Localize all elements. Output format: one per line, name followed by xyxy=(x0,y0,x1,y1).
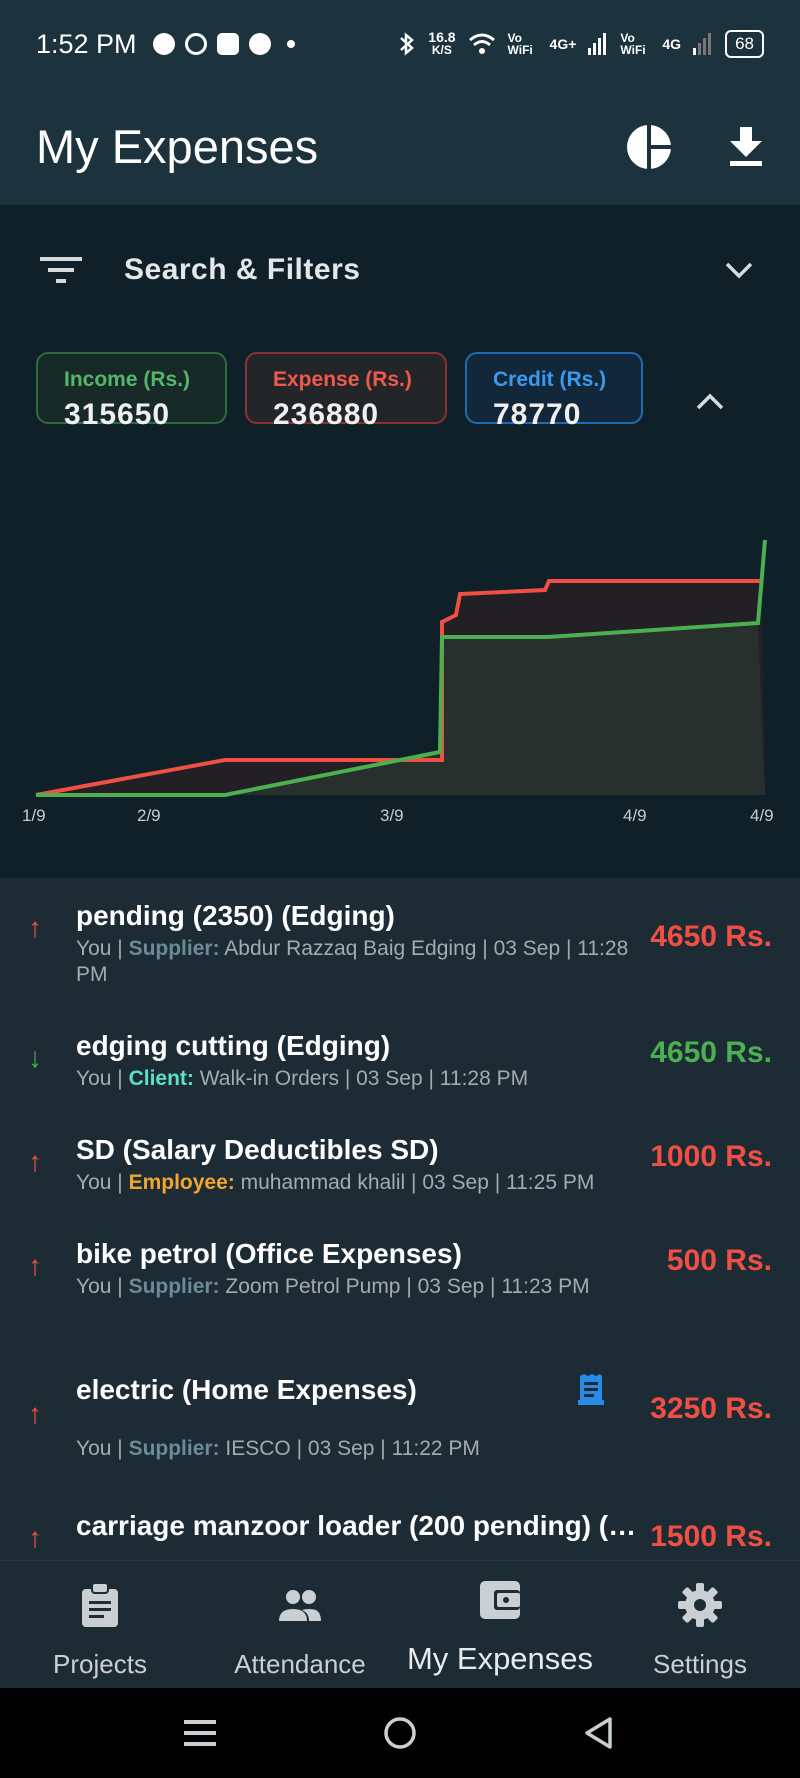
credit-label: Credit (Rs.) xyxy=(493,368,607,391)
income-card[interactable]: Income (Rs.) 315650 xyxy=(36,352,227,431)
transaction-title: edging cutting (Edging) xyxy=(76,1030,391,1061)
transaction-title: SD (Salary Deductibles SD) xyxy=(76,1134,439,1165)
page-title: My Expenses xyxy=(36,120,319,173)
menu-icon[interactable] xyxy=(184,1717,216,1749)
vowifi-label-1: Vo WiFi xyxy=(507,31,533,57)
nav-label: Projects xyxy=(53,1649,147,1679)
transaction-amount: 500 Rs. xyxy=(666,1244,772,1277)
transaction-details: You | Client: Walk-in Orders | 03 Sep | … xyxy=(76,1067,529,1090)
nav-label: My Expenses xyxy=(406,1641,594,1676)
transaction-title: pending (2350) (Edging) xyxy=(76,900,395,931)
gear-icon xyxy=(678,1583,722,1627)
chevron-up-icon[interactable] xyxy=(695,392,725,412)
bluetooth-icon xyxy=(400,32,415,56)
transaction-item[interactable]: ↑ electric (Home Expenses) You | Supplie… xyxy=(0,1374,800,1478)
clipboard-icon xyxy=(82,1583,118,1627)
transaction-item[interactable]: ↓ edging cutting (Edging) You | Client: … xyxy=(0,1030,800,1110)
app-bar: My Expenses xyxy=(0,88,800,205)
chat-notification-icon xyxy=(152,33,175,55)
x-tick-label: 4/9 xyxy=(750,806,774,825)
transaction-item[interactable]: ↑ carriage manzoor loader (200 pending) … xyxy=(0,1510,800,1560)
x-tick-label: 4/9 xyxy=(623,806,647,825)
nav-my-expenses[interactable]: My Expenses xyxy=(400,1561,600,1689)
system-navigation-bar xyxy=(0,1688,800,1778)
cumulative-chart xyxy=(35,539,767,797)
credit-value: 78770 xyxy=(493,398,582,431)
app-notification-icon xyxy=(216,33,239,55)
expense-value: 236880 xyxy=(273,398,380,431)
nav-attendance[interactable]: Attendance xyxy=(200,1561,400,1689)
nav-projects[interactable]: Projects xyxy=(0,1561,200,1689)
pie-chart-icon[interactable] xyxy=(626,124,672,170)
signal-icon-1 xyxy=(588,33,607,55)
transaction-title: bike petrol (Office Expenses) xyxy=(76,1238,462,1269)
wallet-icon xyxy=(480,1581,520,1619)
nav-settings[interactable]: Settings xyxy=(600,1561,800,1689)
more-notifications-icon xyxy=(286,40,295,48)
nav-label: Attendance xyxy=(234,1649,366,1679)
network-type-2: 4G xyxy=(662,36,682,52)
search-filters-label: Search & Filters xyxy=(124,253,361,286)
reddit-notification-icon xyxy=(248,33,271,55)
credit-card[interactable]: Credit (Rs.) 78770 xyxy=(465,352,643,431)
search-filters-toggle[interactable]: Search & Filters xyxy=(0,205,800,335)
bottom-navigation: Projects Attendance My Expenses Settings xyxy=(0,1560,800,1689)
transaction-title: electric (Home Expenses) xyxy=(76,1374,417,1405)
expense-card[interactable]: Expense (Rs.) 236880 xyxy=(245,352,447,431)
transaction-item[interactable]: ↑ pending (2350) (Edging) You | Supplier… xyxy=(0,900,800,1004)
transaction-amount: 1000 Rs. xyxy=(650,1140,772,1173)
transaction-amount: 3250 Rs. xyxy=(650,1392,772,1425)
back-icon[interactable] xyxy=(583,1716,615,1750)
transaction-amount: 1500 Rs. xyxy=(650,1520,772,1553)
x-tick-label: 3/9 xyxy=(380,806,404,825)
income-label: Income (Rs.) xyxy=(64,368,191,391)
filter-icon xyxy=(40,257,82,283)
expense-label: Expense (Rs.) xyxy=(273,368,412,391)
vowifi-label-2: Vo WiFi xyxy=(620,31,646,57)
arrow-up-icon: ↑ xyxy=(28,1250,42,1281)
home-icon[interactable] xyxy=(383,1716,417,1750)
people-icon xyxy=(279,1590,321,1621)
transaction-details: You | Supplier: IESCO | 03 Sep | 11:22 P… xyxy=(76,1437,480,1460)
arrow-up-icon: ↑ xyxy=(28,1398,42,1429)
transaction-amount: 4650 Rs. xyxy=(650,1036,772,1069)
nav-label: Settings xyxy=(653,1649,747,1679)
transaction-details: You | Employee: muhammad khalil | 03 Sep… xyxy=(76,1171,595,1194)
transaction-details: You | Supplier: Abdur Razzaq Baig Edging… xyxy=(76,937,629,986)
network-speed: 16.8 K/S xyxy=(428,29,456,57)
arrow-up-icon: ↑ xyxy=(28,912,42,943)
transaction-details: You | Supplier: Zoom Petrol Pump | 03 Se… xyxy=(76,1275,590,1298)
signal-icon-2 xyxy=(693,33,712,55)
arrow-down-icon: ↓ xyxy=(28,1042,42,1073)
arrow-up-icon: ↑ xyxy=(28,1146,42,1177)
transaction-title: carriage manzoor loader (200 pending) (… xyxy=(76,1510,637,1541)
x-tick-label: 1/9 xyxy=(22,806,46,825)
arrow-up-icon: ↑ xyxy=(28,1522,42,1553)
transaction-amount: 4650 Rs. xyxy=(650,920,772,953)
battery-indicator: 68 xyxy=(725,30,764,58)
receipt-icon[interactable] xyxy=(578,1374,604,1406)
status-bar: 1:52 PM 16.8 K/S Vo WiFi 4G+ Vo WiFi 4G 6… xyxy=(0,0,800,88)
network-type-1: 4G+ xyxy=(549,36,577,52)
chevron-down-icon xyxy=(725,262,753,279)
download-icon[interactable] xyxy=(728,126,764,167)
transaction-list[interactable]: ↑ pending (2350) (Edging) You | Supplier… xyxy=(0,878,800,1560)
transaction-item[interactable]: ↑ bike petrol (Office Expenses) You | Su… xyxy=(0,1238,800,1318)
status-time: 1:52 PM xyxy=(36,28,137,59)
wifi-icon xyxy=(468,33,495,54)
transaction-item[interactable]: ↑ SD (Salary Deductibles SD) You | Emplo… xyxy=(0,1134,800,1214)
whatsapp-notification-icon xyxy=(184,33,207,55)
summary-cards: Income (Rs.) 315650 Expense (Rs.) 236880… xyxy=(36,352,643,431)
income-value: 315650 xyxy=(64,398,171,431)
x-tick-label: 2/9 xyxy=(137,806,161,825)
income-area xyxy=(36,623,765,795)
